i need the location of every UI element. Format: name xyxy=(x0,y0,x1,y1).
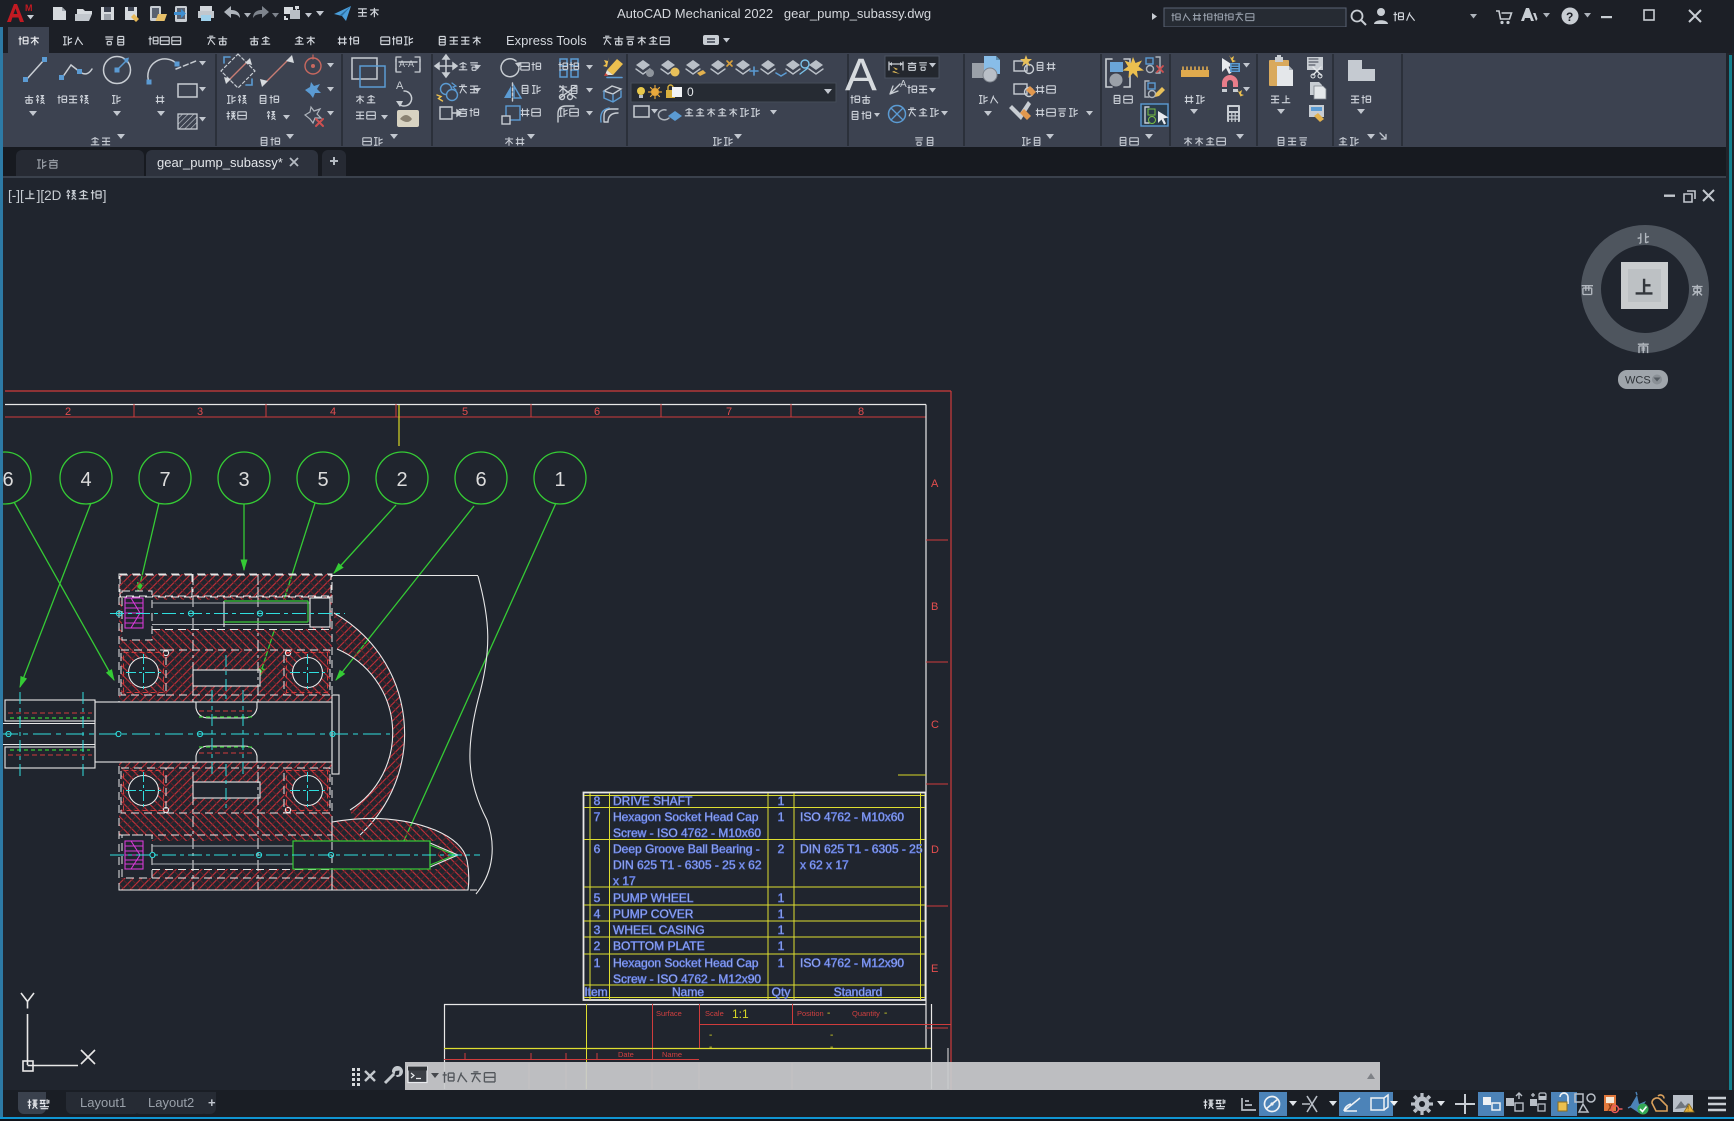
svg-text:2: 2 xyxy=(594,939,601,953)
svg-text:Item: Item xyxy=(584,985,607,999)
svg-text:Hexagon Socket Head Cap: Hexagon Socket Head Cap xyxy=(613,956,759,970)
svg-text:-: - xyxy=(709,1030,712,1041)
svg-text:6: 6 xyxy=(594,842,601,856)
svg-text:3: 3 xyxy=(594,923,601,937)
svg-text:1: 1 xyxy=(778,794,785,808)
svg-text:-: - xyxy=(884,1008,887,1019)
svg-text:BOTTOM PLATE: BOTTOM PLATE xyxy=(613,939,705,953)
svg-text:4: 4 xyxy=(330,406,336,418)
svg-text:M: M xyxy=(25,3,33,13)
svg-text:1: 1 xyxy=(594,956,601,970)
svg-text:7: 7 xyxy=(726,406,732,418)
svg-text:0: 0 xyxy=(687,85,694,99)
svg-text:Scale: Scale xyxy=(705,1009,724,1018)
svg-text:5: 5 xyxy=(462,406,468,418)
svg-text:DRIVE SHAFT: DRIVE SHAFT xyxy=(613,794,693,808)
svg-text:A: A xyxy=(845,53,877,100)
svg-text:D: D xyxy=(931,844,939,856)
svg-text:gear_pump_subassy*: gear_pump_subassy* xyxy=(157,155,283,170)
svg-text:5: 5 xyxy=(317,469,328,491)
svg-text:A-A: A-A xyxy=(399,59,414,69)
svg-text:Screw - ISO 4762 - M12x90: Screw - ISO 4762 - M12x90 xyxy=(613,972,761,986)
svg-text:8: 8 xyxy=(594,794,601,808)
svg-text:4: 4 xyxy=(594,907,601,921)
svg-text:1: 1 xyxy=(778,891,785,905)
svg-text:-: - xyxy=(830,1042,833,1053)
svg-text:2: 2 xyxy=(396,469,407,491)
svg-text:2: 2 xyxy=(65,406,71,418)
svg-text:Date: Date xyxy=(618,1050,634,1059)
svg-text:?: ? xyxy=(1566,10,1573,24)
svg-text:5: 5 xyxy=(594,891,601,905)
svg-text:Deep Groove Ball Bearing -: Deep Groove Ball Bearing - xyxy=(613,842,760,856)
svg-text:Surface: Surface xyxy=(656,1009,682,1018)
svg-text:1: 1 xyxy=(778,956,785,970)
svg-text:ISO 4762 - M10x60: ISO 4762 - M10x60 xyxy=(800,810,904,824)
svg-text:4: 4 xyxy=(80,469,91,491)
svg-text:A: A xyxy=(931,478,939,490)
svg-text:3: 3 xyxy=(197,406,203,418)
svg-text:1: 1 xyxy=(778,810,785,824)
svg-text:Name: Name xyxy=(662,1050,682,1059)
svg-text:Name: Name xyxy=(672,985,704,999)
svg-text:PUMP COVER: PUMP COVER xyxy=(613,907,694,921)
svg-text:1: 1 xyxy=(554,469,565,491)
svg-text:x 17: x 17 xyxy=(613,874,636,888)
svg-text:7: 7 xyxy=(594,810,601,824)
svg-text:WHEEL CASING: WHEEL CASING xyxy=(613,923,705,937)
svg-text:2: 2 xyxy=(778,842,785,856)
svg-text:Position: Position xyxy=(797,1009,824,1018)
svg-text:Standard: Standard xyxy=(834,985,883,999)
svg-text:1: 1 xyxy=(778,907,785,921)
svg-text:E: E xyxy=(931,963,938,975)
svg-text:C: C xyxy=(931,719,939,731)
svg-text:ISO 4762 - M12x90: ISO 4762 - M12x90 xyxy=(800,956,904,970)
svg-text:Hexagon Socket Head Cap: Hexagon Socket Head Cap xyxy=(613,810,759,824)
svg-text:A: A xyxy=(900,79,907,90)
svg-text:8: 8 xyxy=(858,406,864,418)
svg-text:Quantity: Quantity xyxy=(852,1009,880,1018)
svg-text:x 62 x 17: x 62 x 17 xyxy=(800,858,849,872)
svg-text:6: 6 xyxy=(594,406,600,418)
svg-text:Screw - ISO 4762 - M10x60: Screw - ISO 4762 - M10x60 xyxy=(613,826,761,840)
svg-text:-: - xyxy=(709,1042,712,1053)
svg-text:B: B xyxy=(931,601,938,613)
svg-text:3: 3 xyxy=(238,469,249,491)
svg-text:Qty: Qty xyxy=(772,985,791,999)
svg-text:6: 6 xyxy=(475,469,486,491)
svg-text:WCS: WCS xyxy=(1625,375,1651,387)
svg-text:-: - xyxy=(827,1008,830,1019)
svg-text:A: A xyxy=(396,80,404,92)
svg-text:1: 1 xyxy=(778,939,785,953)
svg-text:6: 6 xyxy=(2,469,13,491)
svg-text:DIN 625 T1 - 6305 - 25 x 62: DIN 625 T1 - 6305 - 25 x 62 xyxy=(613,858,762,872)
svg-text:1: 1 xyxy=(778,923,785,937)
svg-text:PUMP WHEEL: PUMP WHEEL xyxy=(613,891,694,905)
svg-text:7: 7 xyxy=(159,469,170,491)
svg-text:-: - xyxy=(830,1030,833,1041)
svg-text:DIN 625 T1 - 6305 - 25: DIN 625 T1 - 6305 - 25 xyxy=(800,842,923,856)
svg-text:1:1: 1:1 xyxy=(732,1007,749,1021)
